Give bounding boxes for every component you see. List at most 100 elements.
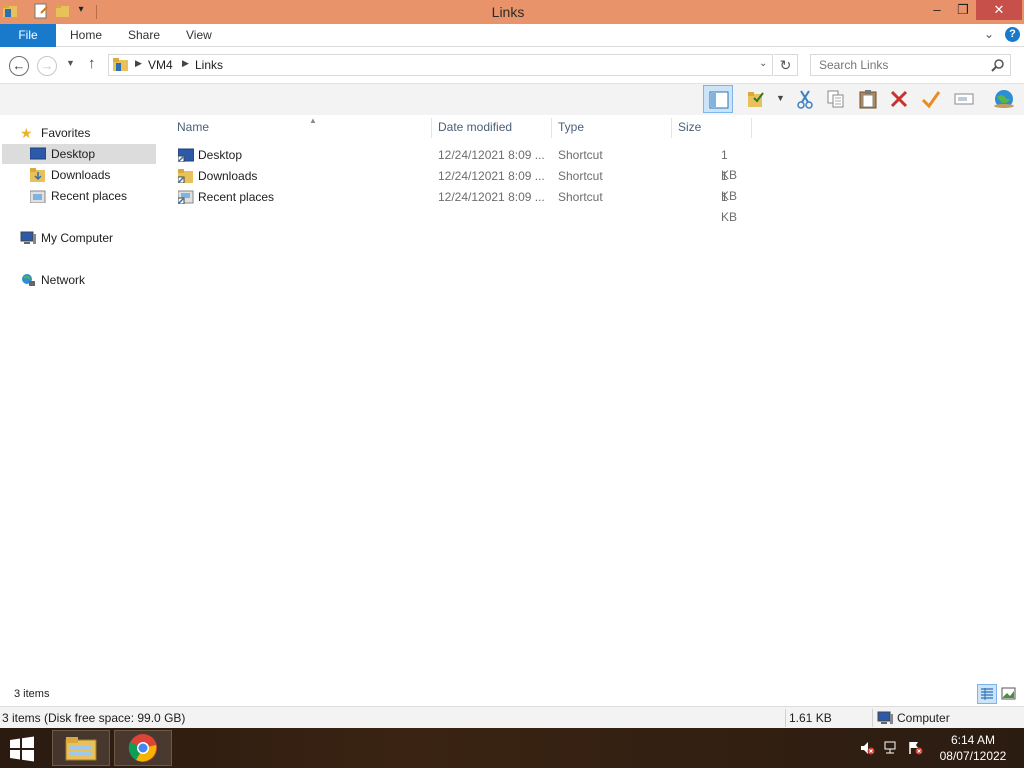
back-button[interactable]: ← xyxy=(9,56,29,76)
window-title: Links xyxy=(491,4,525,20)
taskbar-chrome[interactable] xyxy=(114,730,172,766)
breadcrumb-links[interactable]: Links xyxy=(195,58,223,72)
rename-icon xyxy=(954,93,974,105)
forward-button[interactable]: → xyxy=(37,56,57,76)
volume-muted-icon[interactable] xyxy=(859,740,875,756)
recent-places-icon xyxy=(30,190,46,203)
minimize-button[interactable]: – xyxy=(926,0,948,20)
computer-icon xyxy=(877,711,893,724)
refresh-button[interactable]: ↻ xyxy=(774,54,798,76)
nav-network[interactable]: Network xyxy=(0,270,156,290)
folder-options-dropdown-icon[interactable]: ▼ xyxy=(776,93,785,103)
column-header-label: Date modified xyxy=(438,120,513,134)
breadcrumb-vm4[interactable]: VM4 xyxy=(148,58,173,72)
address-row: ← → ▼ ↑ ▶ VM4 ▶ Links ⌄ ↻ xyxy=(0,48,1024,82)
nav-item-label: Downloads xyxy=(51,168,111,182)
properties-button[interactable] xyxy=(916,85,946,113)
delete-icon xyxy=(890,90,908,108)
file-list: Name ▲ Date modified Type Size Desktop 1… xyxy=(158,116,1024,686)
address-bar[interactable]: ▶ VM4 ▶ Links ⌄ xyxy=(108,54,773,76)
large-icons-view-button[interactable] xyxy=(999,684,1019,704)
nav-network-label: Network xyxy=(41,273,86,287)
search-input[interactable] xyxy=(811,55,989,75)
table-row[interactable]: Recent places 12/24/12021 8:09 ... Short… xyxy=(176,187,746,224)
nav-item-desktop[interactable]: Desktop xyxy=(2,144,156,164)
file-date: 12/24/12021 8:09 ... xyxy=(438,148,545,162)
nav-item-downloads[interactable]: Downloads xyxy=(0,165,156,185)
taskbar-file-explorer[interactable] xyxy=(52,730,110,766)
close-button[interactable]: ✕ xyxy=(976,0,1022,20)
title-bar: ▾ Links – ❐ ✕ xyxy=(0,0,1024,24)
preview-pane-button[interactable] xyxy=(703,85,733,113)
column-header-label: Size xyxy=(678,120,702,134)
folder-options-button[interactable] xyxy=(741,85,771,113)
clock-date: 08/07/12022 xyxy=(939,749,1007,763)
items-count: 3 items xyxy=(14,688,50,700)
folder-options-icon xyxy=(748,92,764,107)
file-explorer-icon xyxy=(65,737,97,761)
clock-time: 6:14 AM xyxy=(950,733,996,747)
paste-icon xyxy=(859,90,877,109)
column-header-date-modified[interactable]: Date modified xyxy=(432,118,552,138)
breadcrumb-chevron-icon[interactable]: ▶ xyxy=(135,58,142,69)
help-icon[interactable]: ? xyxy=(1005,27,1020,42)
file-type: Shortcut xyxy=(558,148,603,162)
column-header-name[interactable]: Name ▲ xyxy=(171,116,432,138)
delete-button[interactable] xyxy=(884,85,914,113)
preview-pane-icon xyxy=(709,91,729,109)
downloads-folder-icon xyxy=(30,168,45,182)
nav-item-recent-places[interactable]: Recent places xyxy=(0,186,156,206)
address-history-icon[interactable]: ⌄ xyxy=(759,58,767,69)
file-name: Recent places xyxy=(198,190,275,204)
expand-ribbon-icon[interactable]: ⌄ xyxy=(984,27,994,41)
file-size: 1 KB xyxy=(721,190,738,224)
cut-button[interactable] xyxy=(790,85,820,113)
chrome-icon xyxy=(128,734,157,762)
desktop-shortcut-icon xyxy=(178,148,194,162)
ribbon: File Home Share View ⌄ ? xyxy=(0,24,1024,47)
sort-ascending-icon: ▲ xyxy=(309,116,317,125)
tab-share[interactable]: Share xyxy=(128,24,160,47)
column-header-label: Name xyxy=(177,120,210,134)
status-bar: 3 items (Disk free space: 99.0 GB) 1.61 … xyxy=(0,706,1024,728)
nav-computer-label: My Computer xyxy=(41,231,114,245)
recent-places-shortcut-icon xyxy=(178,190,194,204)
action-center-icon[interactable] xyxy=(907,740,923,756)
selection-size: 1.61 KB xyxy=(789,711,832,725)
column-header-type[interactable]: Type xyxy=(552,118,672,138)
nav-favorites-label: Favorites xyxy=(41,126,91,140)
table-row[interactable]: Downloads 12/24/12021 8:09 ... Shortcut … xyxy=(176,166,746,203)
breadcrumb-chevron-icon[interactable]: ▶ xyxy=(182,58,189,69)
recent-locations-icon[interactable]: ▼ xyxy=(66,58,75,68)
search-icon[interactable] xyxy=(991,58,1005,72)
column-header-size[interactable]: Size xyxy=(672,118,752,138)
status-divider xyxy=(785,709,786,727)
tab-home[interactable]: Home xyxy=(70,24,102,47)
table-row[interactable]: Desktop 12/24/12021 8:09 ... Shortcut 1 … xyxy=(176,145,746,182)
checkmark-icon xyxy=(921,91,941,109)
file-date: 12/24/12021 8:09 ... xyxy=(438,169,545,183)
copy-icon xyxy=(827,90,844,108)
status-divider xyxy=(872,709,873,727)
taskbar-clock[interactable]: 6:14 AM 08/07/12022 xyxy=(930,732,1016,764)
details-view-button[interactable] xyxy=(977,684,997,704)
navigation-pane: ★ Favorites Desktop Downloads Recent pla… xyxy=(0,116,158,686)
copy-button[interactable] xyxy=(821,85,851,113)
up-button[interactable]: ↑ xyxy=(88,55,96,72)
restore-button[interactable]: ❐ xyxy=(952,0,974,20)
network-globe-button[interactable] xyxy=(988,85,1018,113)
file-date: 12/24/12021 8:09 ... xyxy=(438,190,545,204)
tab-view[interactable]: View xyxy=(186,24,212,47)
windows-start-icon[interactable] xyxy=(6,736,38,762)
tab-file[interactable]: File xyxy=(0,24,56,47)
file-type: Shortcut xyxy=(558,169,603,183)
nav-my-computer[interactable]: My Computer xyxy=(0,228,156,248)
nav-item-label: Recent places xyxy=(51,189,128,203)
file-name: Downloads xyxy=(198,169,258,183)
nav-favorites[interactable]: ★ Favorites xyxy=(0,123,156,143)
rename-button[interactable] xyxy=(949,85,979,113)
file-name: Desktop xyxy=(198,148,243,162)
network-status-icon[interactable] xyxy=(883,740,899,756)
paste-button[interactable] xyxy=(853,85,883,113)
disk-free-space: 3 items (Disk free space: 99.0 GB) xyxy=(2,711,186,725)
